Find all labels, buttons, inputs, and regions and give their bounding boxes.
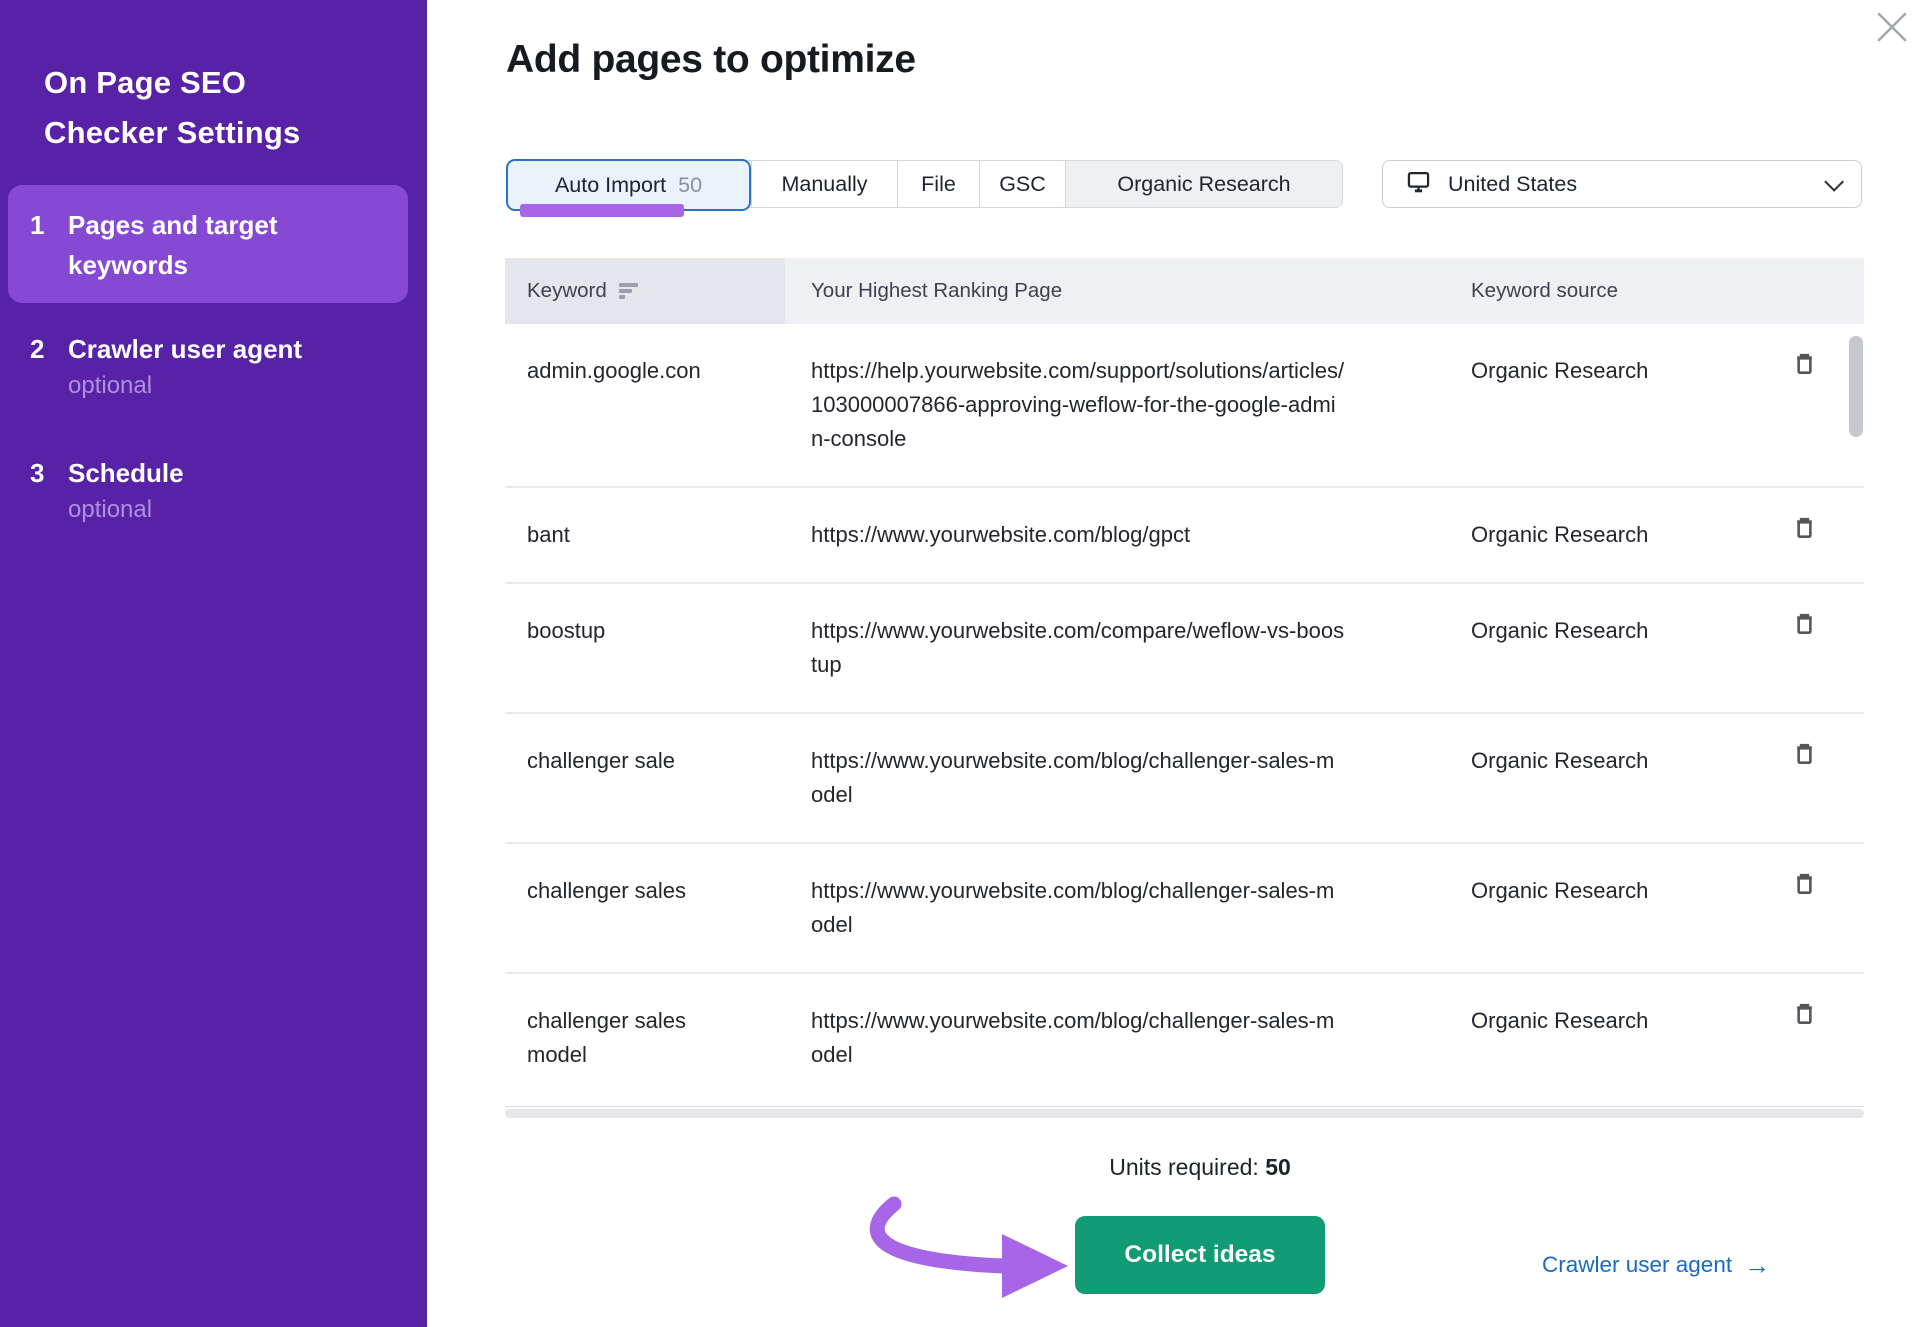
region-selector-value: United States (1448, 172, 1577, 197)
sidebar-title: On Page SEO Checker Settings (44, 58, 344, 158)
column-header-actions (1775, 258, 1864, 324)
delete-keyword-button[interactable] (1787, 346, 1822, 384)
table-header: Keyword Your Highest Ranking Page Keywor… (505, 258, 1864, 324)
chevron-down-icon (1824, 172, 1844, 192)
purple-arrow-annotation (856, 1196, 1074, 1311)
ranking-page-cell: https://www.yourwebsite.com/blog/challen… (785, 714, 1445, 842)
tab-label: GSC (999, 172, 1046, 197)
trash-icon (1791, 755, 1818, 770)
keyword-cell: bant (505, 488, 785, 582)
vertical-scrollbar-thumb[interactable] (1849, 336, 1863, 437)
step-label: Schedule (68, 458, 184, 488)
step-label: Pages and target keywords (68, 210, 278, 280)
ranking-page-cell: https://www.yourwebsite.com/compare/wefl… (785, 584, 1445, 712)
step-number: 2 (30, 329, 68, 403)
delete-keyword-button[interactable] (1787, 510, 1822, 548)
keyword-cell: challenger sales model (505, 974, 785, 1102)
keyword-cell: admin.google.con (505, 324, 785, 486)
horizontal-scrollbar[interactable] (505, 1106, 1864, 1118)
step-optional-label: optional (68, 372, 152, 399)
step-crawler-user-agent[interactable]: 2 Crawler user agent optional (8, 309, 408, 421)
keyword-source-cell: Organic Research (1445, 844, 1775, 972)
close-button[interactable] (1868, 4, 1916, 52)
units-required-text: Units required: 50 (1040, 1154, 1360, 1181)
table-row: boostup https://www.yourwebsite.com/comp… (505, 582, 1864, 712)
purple-underline-annotation (520, 204, 684, 217)
keyword-cell: challenger sale (505, 714, 785, 842)
keyword-source-cell: Organic Research (1445, 974, 1775, 1102)
keyword-source-cell: Organic Research (1445, 714, 1775, 842)
tab-manually[interactable]: Manually (751, 161, 897, 207)
keyword-source-cell: Organic Research (1445, 324, 1775, 486)
collect-ideas-button[interactable]: Collect ideas (1075, 1216, 1325, 1294)
table-row: challenger sales https://www.yourwebsite… (505, 842, 1864, 972)
table-row: challenger sales model https://www.yourw… (505, 972, 1864, 1102)
tab-organic-research[interactable]: Organic Research (1065, 161, 1342, 207)
table-row: admin.google.con https://help.yourwebsit… (505, 324, 1864, 486)
delete-keyword-button[interactable] (1787, 606, 1822, 644)
keywords-table: Keyword Your Highest Ranking Page Keywor… (505, 258, 1864, 1118)
steps-list: 1 Pages and target keywords 2 Crawler us… (8, 185, 408, 545)
step-number: 1 (30, 205, 68, 285)
close-icon (1872, 35, 1912, 50)
step-schedule[interactable]: 3 Schedule optional (8, 433, 408, 545)
desktop-monitor-icon (1405, 168, 1432, 200)
trash-icon (1791, 885, 1818, 900)
keyword-cell: challenger sales (505, 844, 785, 972)
on-page-seo-checker-settings-modal: On Page SEO Checker Settings 1 Pages and… (0, 0, 1920, 1327)
keyword-source-cell: Organic Research (1445, 584, 1775, 712)
delete-keyword-button[interactable] (1787, 866, 1822, 904)
right-arrow-icon: → (1744, 1254, 1770, 1276)
delete-keyword-button[interactable] (1787, 736, 1822, 774)
step-pages-and-target-keywords[interactable]: 1 Pages and target keywords (8, 185, 408, 303)
delete-keyword-button[interactable] (1787, 996, 1822, 1034)
tab-file[interactable]: File (897, 161, 979, 207)
table-row: bant https://www.yourwebsite.com/blog/gp… (505, 486, 1864, 582)
trash-icon (1791, 625, 1818, 640)
keyword-source-cell: Organic Research (1445, 488, 1775, 582)
table-row: challenger sale https://www.yourwebsite.… (505, 712, 1864, 842)
step-optional-label: optional (68, 496, 152, 523)
ranking-page-cell: https://www.yourwebsite.com/blog/gpct (785, 488, 1445, 582)
page-title: Add pages to optimize (506, 38, 916, 82)
tab-label: File (921, 172, 956, 197)
tab-label: Organic Research (1117, 172, 1290, 197)
tab-count-badge: 50 (678, 173, 702, 198)
step-number: 3 (30, 453, 68, 527)
crawler-user-agent-link[interactable]: Crawler user agent → (1542, 1252, 1770, 1278)
trash-icon (1791, 365, 1818, 380)
table-body: admin.google.con https://help.yourwebsit… (505, 324, 1864, 1102)
column-header-keyword-source: Keyword source (1445, 258, 1775, 324)
sidebar: On Page SEO Checker Settings 1 Pages and… (0, 0, 427, 1327)
trash-icon (1791, 1015, 1818, 1030)
column-header-keyword[interactable]: Keyword (505, 258, 785, 324)
ranking-page-cell: https://www.yourwebsite.com/blog/challen… (785, 844, 1445, 972)
column-header-ranking-page: Your Highest Ranking Page (785, 258, 1445, 324)
trash-icon (1791, 529, 1818, 544)
sort-icon[interactable] (619, 283, 638, 299)
region-selector-dropdown[interactable]: United States (1382, 160, 1862, 208)
tab-label: Auto Import (555, 173, 666, 198)
tab-gsc[interactable]: GSC (979, 161, 1065, 207)
ranking-page-cell: https://www.yourwebsite.com/blog/challen… (785, 974, 1445, 1102)
step-label: Crawler user agent (68, 334, 302, 364)
units-required-value: 50 (1265, 1154, 1291, 1180)
ranking-page-cell: https://help.yourwebsite.com/support/sol… (785, 324, 1445, 486)
import-method-tabs: Auto Import 50 Manually File GSC Organic… (506, 160, 1343, 208)
keyword-cell: boostup (505, 584, 785, 712)
tab-label: Manually (781, 172, 867, 197)
